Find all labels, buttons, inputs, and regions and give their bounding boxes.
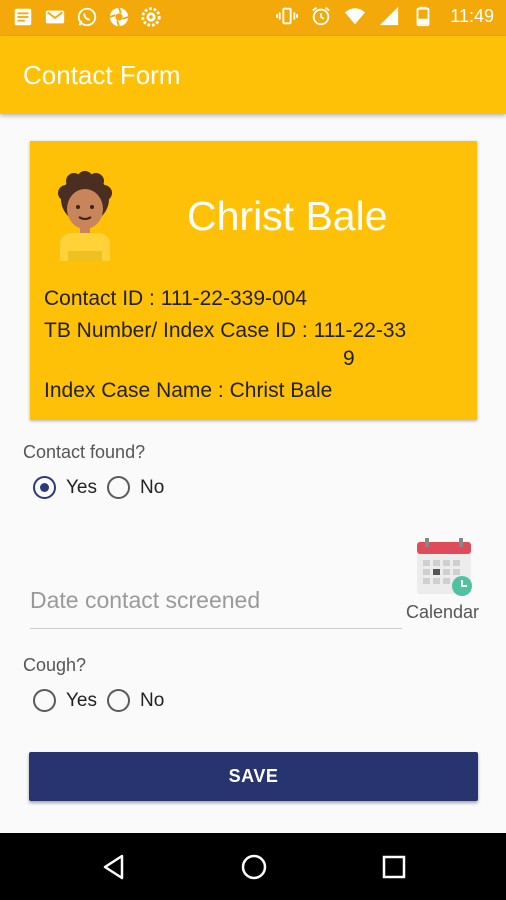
home-icon[interactable] [240,853,268,881]
contact-found-yes-label[interactable]: Yes [66,477,97,499]
signal-icon [380,6,399,26]
index-case-name-value: Christ Bale [229,379,333,402]
cough-radio-group: Yes No [33,689,174,712]
notes-icon [14,8,32,26]
status-bar: 11:49 [0,0,506,36]
contact-found-no-label[interactable]: No [140,477,164,499]
index-case-name-label: Index Case Name : [44,379,230,402]
navigation-bar [0,833,506,900]
vibrate-icon [276,7,299,25]
contact-found-no-radio[interactable] [107,476,130,499]
back-icon[interactable] [100,853,128,881]
cough-yes-label[interactable]: Yes [66,690,97,712]
tb-number-continued: 9 [343,347,355,370]
tb-number: TB Number/ Index Case ID : 111-22-33 [44,319,407,342]
date-contact-screened-field[interactable] [30,572,402,629]
calendar-label[interactable]: Calendar [406,602,479,623]
contact-card: Christ Bale Contact ID : 111-22-339-004 … [30,141,477,420]
contact-name: Christ Bale [187,193,388,239]
child-avatar-icon [58,171,112,261]
contact-found-label: Contact found? [23,442,146,462]
cough-yes-radio[interactable] [33,689,56,712]
clock: 11:49 [450,5,494,26]
save-button[interactable]: SAVE [29,752,478,801]
page-title: Contact Form [23,60,181,90]
contact-found-yes-radio[interactable] [33,476,56,499]
system-icons: 11:49 [276,5,494,27]
gmail-icon [45,10,65,24]
contact-found-radio-group: Yes No [33,476,174,499]
notification-icons [12,6,162,28]
alarm-icon [312,7,331,26]
cough-no-radio[interactable] [107,689,130,712]
settings-icon [141,7,161,27]
aperture-icon [109,7,129,27]
cough-label: Cough? [23,655,87,675]
index-case-name: Index Case Name : Christ Bale [44,379,332,403]
recents-icon[interactable] [380,853,408,881]
cough-no-label[interactable]: No [140,690,164,712]
contact-id: Contact ID : 111-22-339-004 [44,287,308,310]
calendar-icon[interactable] [415,538,473,598]
wifi-icon [345,8,366,25]
battery-icon [416,6,430,27]
app-bar: Contact Form [0,36,506,114]
whatsapp-icon [77,7,97,27]
